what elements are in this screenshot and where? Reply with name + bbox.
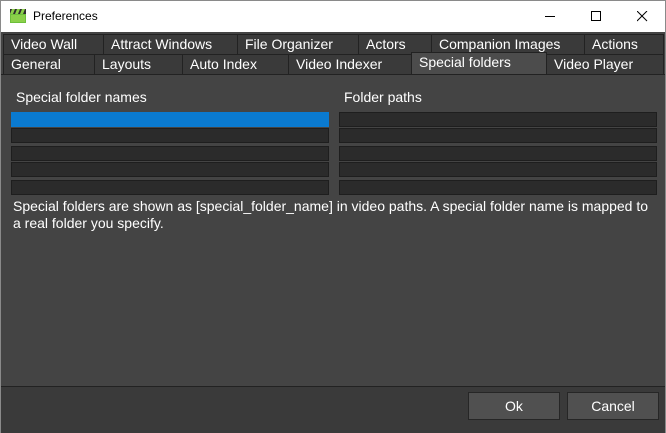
tab-file-organizer[interactable]: File Organizer xyxy=(237,34,359,54)
folder-path-input[interactable] xyxy=(339,146,657,161)
minimize-button[interactable] xyxy=(527,1,573,32)
special-folders-panel: Special folder names Folder paths Specia… xyxy=(1,74,665,387)
folder-name-input[interactable] xyxy=(11,128,329,143)
folder-path-input[interactable] xyxy=(339,112,657,127)
maximize-button[interactable] xyxy=(573,1,619,32)
maximize-icon xyxy=(590,11,601,21)
tab-general[interactable]: General xyxy=(3,54,95,74)
folder-name-input[interactable] xyxy=(11,180,329,195)
special-folders-description: Special folders are shown as [special_fo… xyxy=(13,198,649,231)
tab-layouts[interactable]: Layouts xyxy=(94,54,183,74)
tab-special-folders[interactable]: Special folders xyxy=(411,52,547,74)
tab-attract-windows[interactable]: Attract Windows xyxy=(103,34,238,54)
clapperboard-icon xyxy=(10,9,26,23)
folder-names-label: Special folder names xyxy=(16,89,147,105)
close-icon xyxy=(636,11,647,22)
cancel-button[interactable]: Cancel xyxy=(567,392,659,420)
preferences-window: Preferences Video Wall Attract Windows F… xyxy=(0,0,666,433)
dialog-footer: Ok Cancel xyxy=(1,386,665,433)
tab-video-player[interactable]: Video Player xyxy=(546,54,664,74)
ok-button[interactable]: Ok xyxy=(468,392,560,420)
folder-path-input[interactable] xyxy=(339,128,657,143)
close-button[interactable] xyxy=(619,1,665,32)
tab-actions[interactable]: Actions xyxy=(584,34,664,54)
folder-path-input[interactable] xyxy=(339,180,657,195)
tab-auto-index[interactable]: Auto Index xyxy=(182,54,289,74)
tab-companion-images[interactable]: Companion Images xyxy=(431,34,585,54)
folder-name-input[interactable] xyxy=(11,146,329,161)
folder-name-input[interactable] xyxy=(11,112,329,127)
tab-bar: Video Wall Attract Windows File Organize… xyxy=(1,32,665,74)
minimize-icon xyxy=(544,16,555,17)
folder-paths-label: Folder paths xyxy=(344,89,422,105)
title-bar: Preferences xyxy=(1,1,665,32)
folder-path-input[interactable] xyxy=(339,162,657,177)
tab-video-indexer[interactable]: Video Indexer xyxy=(288,54,412,74)
folder-name-input[interactable] xyxy=(11,162,329,177)
tab-video-wall[interactable]: Video Wall xyxy=(3,34,104,54)
window-title: Preferences xyxy=(33,9,98,23)
tab-actors[interactable]: Actors xyxy=(358,34,432,54)
